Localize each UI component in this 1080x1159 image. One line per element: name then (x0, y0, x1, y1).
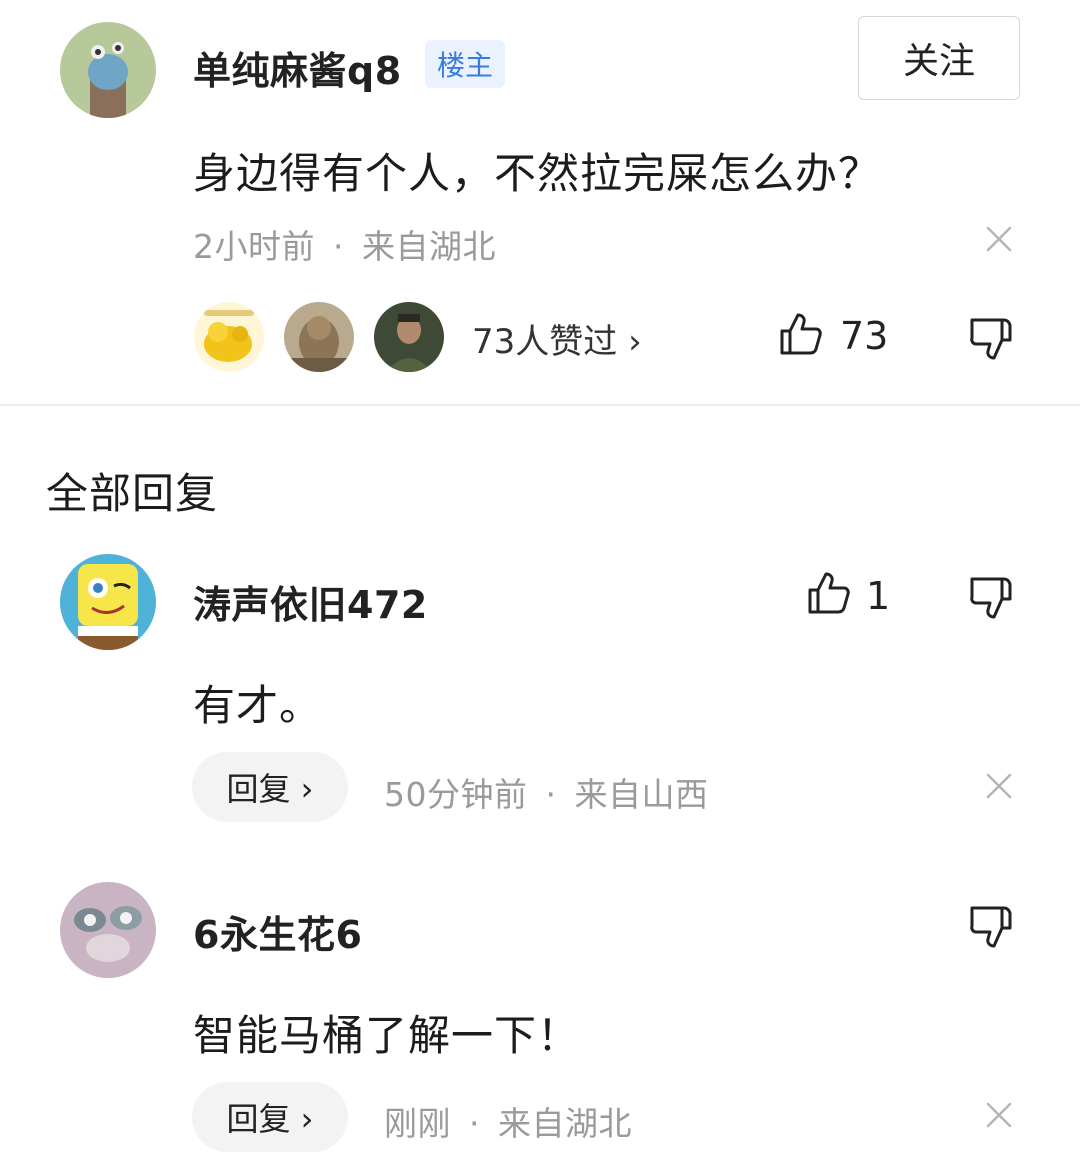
liker-avatar[interactable] (194, 302, 264, 372)
section-title: 全部回复 (46, 469, 219, 518)
reply-button[interactable]: 回复 › (192, 1082, 348, 1152)
reply-location: 来自山西 (574, 775, 709, 814)
post-author-avatar[interactable] (60, 22, 156, 118)
reply-meta: 50分钟前 · 来自山西 (384, 768, 709, 816)
post-content: 身边得有个人，不然拉完屎怎么办？ (193, 149, 882, 198)
thumbs-up-icon[interactable] (806, 570, 852, 616)
meta-separator: · (333, 227, 344, 266)
post-time: 2小时前 (193, 227, 315, 266)
thumbs-down-icon[interactable] (968, 316, 1014, 362)
thumbs-down-icon[interactable] (968, 575, 1014, 621)
reply-time: 刚刚 (384, 1104, 451, 1143)
liker-avatar[interactable] (374, 302, 444, 372)
reply-author-name[interactable]: 6永生花6 (193, 904, 362, 959)
reply-author-avatar[interactable] (60, 882, 156, 978)
reply-meta: 刚刚 · 来自湖北 (384, 1097, 632, 1145)
reply-like-count: 1 (866, 574, 891, 618)
follow-button[interactable]: 关注 (858, 16, 1020, 100)
thumbs-up-icon[interactable] (778, 311, 824, 357)
thumbs-down-icon[interactable] (968, 904, 1014, 950)
post-meta: 2小时前 · 来自湖北 (193, 220, 496, 268)
reply-button-label: 回复 › (226, 1100, 314, 1138)
post-author-name[interactable]: 单纯麻酱q8 (193, 40, 402, 95)
owner-badge: 楼主 (425, 40, 506, 88)
post-like-count: 73 (840, 314, 889, 358)
meta-separator: · (545, 775, 557, 814)
section-divider (0, 404, 1080, 406)
meta-separator: · (469, 1104, 480, 1143)
close-icon[interactable] (986, 1102, 1012, 1128)
reply-author-name[interactable]: 涛声依旧472 (193, 574, 428, 629)
reply-content: 智能马桶了解一下！ (193, 1011, 581, 1060)
reply-content: 有才。 (193, 681, 323, 730)
reply-button[interactable]: 回复 › (192, 752, 348, 822)
close-icon[interactable] (986, 226, 1012, 252)
liker-avatar[interactable] (284, 302, 354, 372)
close-icon[interactable] (986, 773, 1012, 799)
likers-summary-link[interactable]: 73人赞过 › (472, 314, 642, 363)
post-location: 来自湖北 (362, 227, 496, 266)
reply-location: 来自湖北 (498, 1104, 632, 1143)
reply-time: 50分钟前 (384, 775, 528, 814)
reply-author-avatar[interactable] (60, 554, 156, 650)
follow-button-label: 关注 (902, 41, 975, 82)
reply-button-label: 回复 › (226, 770, 314, 808)
